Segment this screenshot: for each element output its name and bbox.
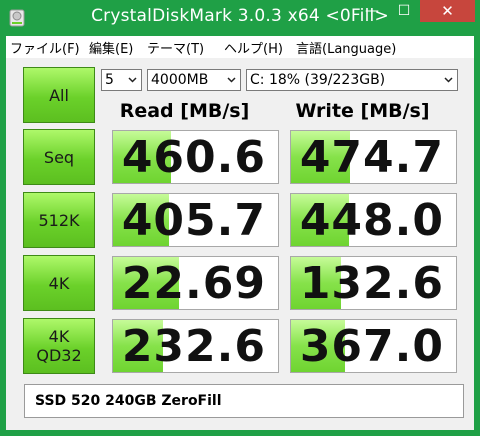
chevron-down-icon bbox=[444, 77, 453, 83]
4k-write-result: 132.6 bbox=[290, 256, 457, 310]
menu-edit[interactable]: 編集(E) bbox=[89, 38, 133, 57]
seq-write-value: 474.7 bbox=[299, 132, 444, 183]
minimize-button[interactable]: — bbox=[357, 0, 387, 22]
512k-write-result: 448.0 bbox=[290, 193, 457, 247]
chevron-down-icon bbox=[128, 77, 137, 83]
seq-write-result: 474.7 bbox=[290, 130, 457, 184]
4k-test-button[interactable]: 4K bbox=[23, 255, 95, 311]
512k-test-button[interactable]: 512K bbox=[23, 192, 95, 248]
write-header: Write [MB/s] bbox=[295, 100, 430, 122]
test-size-select[interactable]: 4000MB bbox=[147, 69, 241, 91]
4k-qd32-write-result: 367.0 bbox=[290, 319, 457, 373]
4k-qd32-read-value: 232.6 bbox=[121, 321, 266, 372]
main-panel: All 5 4000MB C: 18% (39/223GB) Read [MB/… bbox=[6, 58, 474, 430]
4k-qd32-test-button[interactable]: 4K QD32 bbox=[23, 318, 95, 374]
test-count-select[interactable]: 5 bbox=[101, 69, 142, 91]
title-bar[interactable]: CrystalDiskMark 3.0.3 x64 <0Fill> — ☐ ✕ bbox=[0, 0, 480, 36]
test-size-value: 4000MB bbox=[151, 72, 209, 88]
512k-write-value: 448.0 bbox=[299, 195, 444, 246]
4k-read-value: 22.69 bbox=[121, 258, 266, 309]
drive-select[interactable]: C: 18% (39/223GB) bbox=[246, 69, 458, 91]
app-window: CrystalDiskMark 3.0.3 x64 <0Fill> — ☐ ✕ … bbox=[0, 0, 480, 436]
chevron-down-icon bbox=[227, 77, 236, 83]
run-all-button[interactable]: All bbox=[23, 67, 95, 123]
menu-language[interactable]: 言語(Language) bbox=[296, 38, 396, 57]
4k-read-result: 22.69 bbox=[112, 256, 279, 310]
menu-bar: ファイル(F) 編集(E) テーマ(T) ヘルプ(H) 言語(Language) bbox=[6, 36, 474, 58]
menu-theme[interactable]: テーマ(T) bbox=[147, 38, 204, 57]
menu-help[interactable]: ヘルプ(H) bbox=[224, 38, 283, 57]
comment-field[interactable]: SSD 520 240GB ZeroFill bbox=[24, 384, 464, 418]
maximize-button[interactable]: ☐ bbox=[389, 0, 419, 22]
4k-qd32-read-result: 232.6 bbox=[112, 319, 279, 373]
4k-qd32-write-value: 367.0 bbox=[299, 321, 444, 372]
4k-write-value: 132.6 bbox=[299, 258, 444, 309]
read-header: Read [MB/s] bbox=[119, 100, 250, 122]
seq-test-button[interactable]: Seq bbox=[23, 129, 95, 185]
menu-file[interactable]: ファイル(F) bbox=[10, 38, 80, 57]
test-count-value: 5 bbox=[105, 72, 114, 88]
close-button[interactable]: ✕ bbox=[420, 0, 475, 22]
512k-read-result: 405.7 bbox=[112, 193, 279, 247]
512k-read-value: 405.7 bbox=[121, 195, 266, 246]
seq-read-value: 460.6 bbox=[121, 132, 266, 183]
drive-value: C: 18% (39/223GB) bbox=[250, 72, 386, 88]
seq-read-result: 460.6 bbox=[112, 130, 279, 184]
